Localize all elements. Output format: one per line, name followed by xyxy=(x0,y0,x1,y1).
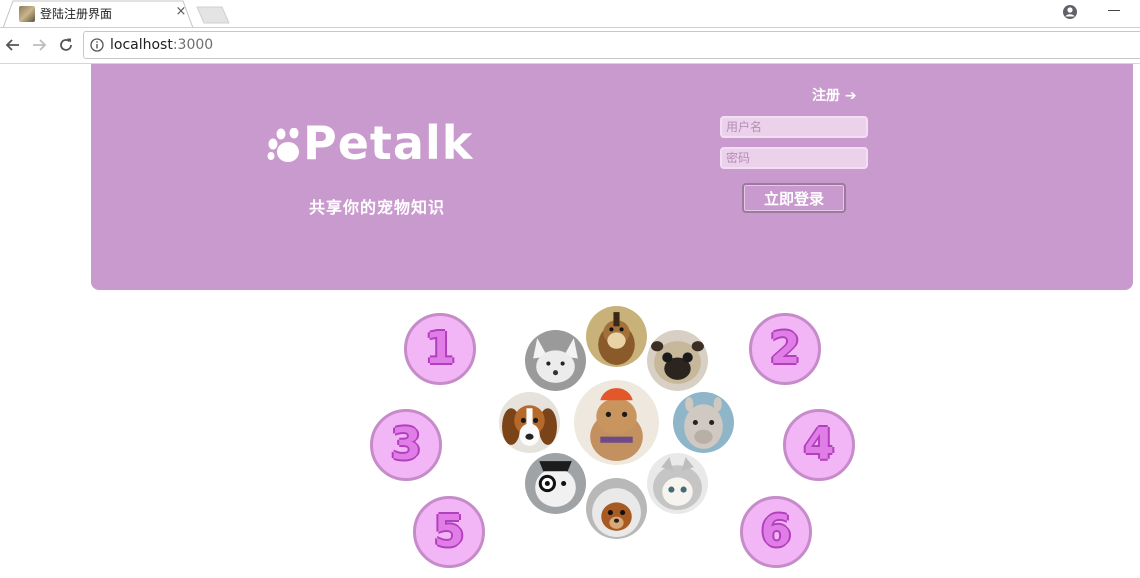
back-arrow-icon[interactable] xyxy=(4,36,22,54)
white-fox-avatar[interactable] xyxy=(525,330,586,391)
number-label: 2 xyxy=(769,323,801,374)
hooded-cat-avatar[interactable] xyxy=(647,453,708,514)
monocle-dog-avatar[interactable] xyxy=(525,453,586,514)
login-panel: Petalk 共享你的宠物知识 注册 ➔ 立即登录 xyxy=(91,64,1133,290)
new-tab-button[interactable] xyxy=(196,6,230,24)
tab-favicon-icon xyxy=(19,6,35,22)
address-bar[interactable]: localhost:3000 xyxy=(83,31,1140,59)
alpaca-avatar[interactable] xyxy=(673,392,734,453)
paw-icon xyxy=(267,128,299,162)
number-label: 1 xyxy=(424,323,456,374)
browser-toolbar: localhost:3000 xyxy=(0,28,1140,64)
number-label: 4 xyxy=(803,419,835,470)
number-circle-1[interactable]: 1 xyxy=(404,313,476,385)
number-label: 3 xyxy=(390,419,422,470)
info-icon[interactable] xyxy=(90,38,104,52)
hamster-center-avatar[interactable] xyxy=(574,380,659,465)
number-label: 6 xyxy=(760,506,792,557)
reload-icon[interactable] xyxy=(57,36,75,54)
chipmunk-avatar[interactable] xyxy=(586,306,647,367)
number-circle-4[interactable]: 4 xyxy=(783,409,855,481)
password-field[interactable] xyxy=(720,147,868,169)
astronaut-dog-avatar[interactable] xyxy=(586,478,647,539)
pug-avatar[interactable] xyxy=(647,330,708,391)
number-circle-5[interactable]: 5 xyxy=(413,496,485,568)
petalk-logo: Petalk xyxy=(267,116,482,172)
url-port: :3000 xyxy=(172,37,214,53)
logo-text: Petalk xyxy=(303,116,474,170)
number-circle-3[interactable]: 3 xyxy=(370,409,442,481)
username-field[interactable] xyxy=(720,116,868,138)
tab-close-icon[interactable]: × xyxy=(173,4,189,20)
login-button[interactable]: 立即登录 xyxy=(742,183,846,213)
tagline: 共享你的宠物知识 xyxy=(309,198,446,217)
profile-icon[interactable] xyxy=(1062,4,1078,20)
beagle-avatar[interactable] xyxy=(499,392,560,453)
number-circle-2[interactable]: 2 xyxy=(749,313,821,385)
minimize-icon[interactable] xyxy=(1108,10,1120,11)
forward-arrow-icon[interactable] xyxy=(30,36,48,54)
tab-title: 登陆注册界面 xyxy=(40,7,113,21)
url-text: localhost:3000 xyxy=(110,37,213,53)
register-link[interactable]: 注册 ➔ xyxy=(812,85,857,105)
browser-tab-bar: 登陆注册界面 × xyxy=(0,0,1140,28)
number-circle-6[interactable]: 6 xyxy=(740,496,812,568)
browser-tab[interactable]: 登陆注册界面 × xyxy=(3,0,194,28)
number-label: 5 xyxy=(433,506,465,557)
url-host: localhost xyxy=(110,37,173,53)
